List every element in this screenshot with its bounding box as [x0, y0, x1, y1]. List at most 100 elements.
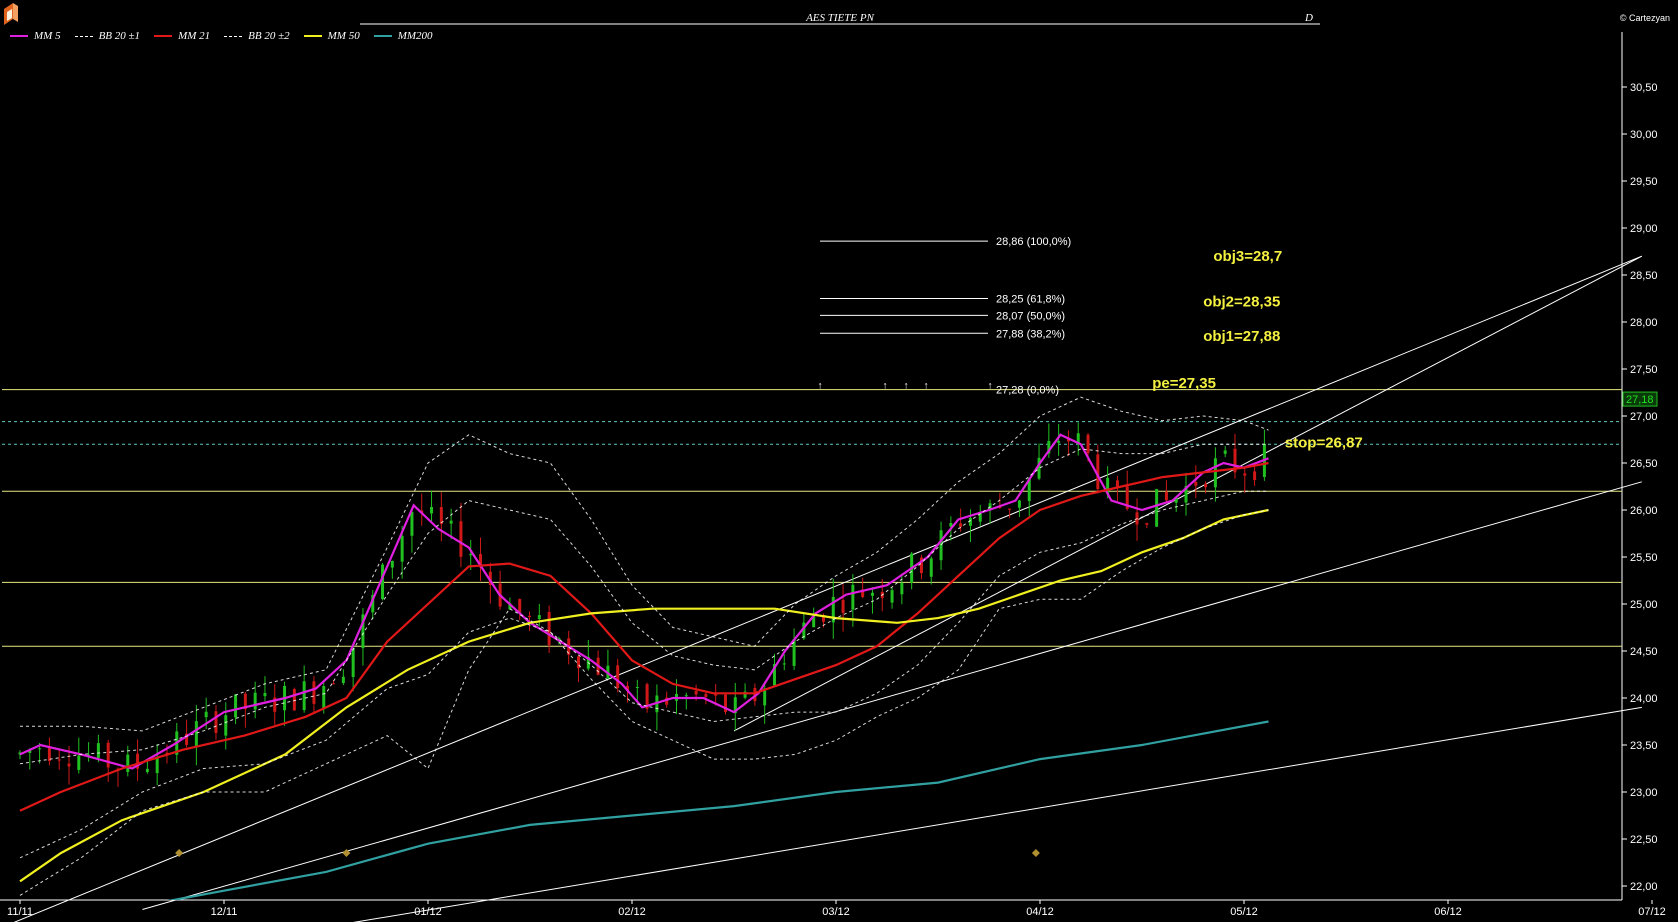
- period-label: D: [1305, 12, 1313, 24]
- candle-body: [1194, 481, 1198, 486]
- candle-body: [57, 759, 61, 761]
- candle-body: [106, 742, 110, 768]
- series-line-mm200: [167, 720, 1269, 900]
- candle-body: [547, 612, 551, 646]
- candle-body: [204, 711, 208, 718]
- candle-body: [67, 763, 71, 767]
- legend-item-mm50[interactable]: MM 50: [303, 30, 360, 42]
- trendline: [352, 706, 1642, 922]
- candle-body: [126, 754, 130, 772]
- y-tick-label: 23,00: [1630, 787, 1658, 799]
- y-tick-label: 26,50: [1630, 458, 1658, 470]
- x-tick-label: 07/12: [1638, 906, 1666, 918]
- y-tick-label: 25,00: [1630, 599, 1658, 611]
- candle-body: [968, 517, 972, 526]
- candle-body: [537, 615, 541, 620]
- y-tick-label: 24,50: [1630, 646, 1658, 658]
- candle-body: [332, 683, 336, 685]
- x-tick-label: 06/12: [1434, 906, 1462, 918]
- series-line-mm50: [19, 508, 1269, 883]
- candle-body: [1223, 450, 1227, 454]
- candle-body: [292, 689, 296, 711]
- candle-body: [302, 681, 306, 711]
- candle-body: [224, 715, 228, 736]
- price-chart: 22,00 22,50 23,00 23,50 24,00 24,50 25,00 25,50…: [0, 23, 1666, 922]
- app-logo-icon: [4, 3, 18, 25]
- fibonacci-label: 27,88 (38,2%): [996, 328, 1065, 340]
- copyright-label: © Cartezyan: [1619, 13, 1670, 23]
- annotation-label: obj2=28,35: [1203, 293, 1280, 310]
- candle-body: [1155, 489, 1159, 527]
- up-arrow-icon: ↑: [818, 381, 823, 392]
- legend: MM 5 BB 20 ±1 MM 21 BB 20 ±2 MM 50 MM200: [10, 30, 433, 42]
- candle-body: [312, 681, 316, 704]
- candle-body: [1057, 440, 1061, 443]
- series-line-mm21: [19, 461, 1269, 812]
- candle-body: [410, 511, 414, 536]
- candle-body: [469, 554, 473, 556]
- candle-body: [341, 676, 345, 684]
- fibonacci-label: 28,07 (50,0%): [996, 310, 1065, 322]
- legend-item-mm200[interactable]: MM200: [373, 30, 433, 42]
- legend-swatch: [224, 35, 243, 37]
- candle-body: [841, 600, 845, 613]
- legend-label: MM 5: [34, 30, 61, 42]
- candle-body: [145, 768, 149, 773]
- candle-body: [704, 693, 708, 697]
- y-tick-label: 29,50: [1630, 176, 1658, 188]
- candle-body: [351, 647, 355, 678]
- annotation-label: stop=26,87: [1285, 434, 1363, 451]
- y-tick-label: 26,00: [1630, 505, 1658, 517]
- series-line-mm5: [19, 433, 1269, 770]
- candle-body: [430, 507, 434, 514]
- legend-swatch: [154, 35, 173, 37]
- candle-body: [1037, 457, 1041, 479]
- event-diamond-icon: [1031, 849, 1040, 857]
- legend-item-bb20-2[interactable]: BB 20 ±2: [224, 30, 290, 42]
- candle-body: [635, 687, 639, 689]
- legend-swatch: [10, 35, 28, 37]
- y-tick-label: 23,50: [1630, 740, 1658, 752]
- candle-body: [400, 536, 404, 562]
- candle-body: [322, 686, 326, 709]
- annotation-label: obj1=27,88: [1203, 328, 1280, 345]
- y-tick-label: 25,50: [1630, 552, 1658, 564]
- legend-item-mm21[interactable]: MM 21: [154, 30, 210, 42]
- candle-body: [518, 599, 522, 613]
- candle-body: [1243, 473, 1247, 476]
- up-arrow-icon: ↑: [988, 381, 993, 392]
- candle-body: [616, 665, 620, 689]
- legend-item-mm5[interactable]: MM 5: [10, 30, 61, 42]
- y-tick-label: 22,50: [1630, 834, 1658, 846]
- candle-body: [851, 584, 855, 610]
- x-tick-label: 02/12: [618, 906, 646, 918]
- candle-body: [528, 615, 532, 618]
- candle-body: [234, 694, 238, 718]
- y-tick-label: 29,00: [1630, 223, 1658, 235]
- fibonacci-label: 27,28 (0,0%): [996, 385, 1059, 397]
- candle-body: [890, 590, 894, 603]
- y-tick-label: 27,50: [1630, 364, 1658, 376]
- legend-swatch: [373, 35, 392, 37]
- legend-label: MM200: [397, 30, 433, 42]
- last-price-label: 27,18: [1626, 394, 1654, 406]
- y-tick-label: 22,00: [1630, 881, 1658, 893]
- legend-item-bb20-1[interactable]: BB 20 ±1: [74, 30, 140, 42]
- candle-body: [459, 521, 463, 557]
- candle-body: [449, 520, 453, 524]
- candle-body: [929, 558, 933, 577]
- candle-body: [214, 711, 218, 733]
- up-arrow-icon: ↑: [924, 381, 929, 392]
- x-tick-label: 03/12: [822, 906, 850, 918]
- y-tick-label: 28,00: [1630, 317, 1658, 329]
- candle-body: [1204, 483, 1208, 488]
- candle-body: [1164, 491, 1168, 501]
- candle-body: [1017, 500, 1021, 508]
- annotation-label: obj3=28,7: [1213, 248, 1282, 265]
- y-tick-label: 28,50: [1630, 270, 1658, 282]
- candle-body: [96, 743, 100, 758]
- up-arrow-icon: ↑: [904, 381, 909, 392]
- legend-label: MM 50: [327, 30, 360, 42]
- candle-body: [1253, 471, 1257, 481]
- y-tick-label: 27,00: [1630, 411, 1658, 423]
